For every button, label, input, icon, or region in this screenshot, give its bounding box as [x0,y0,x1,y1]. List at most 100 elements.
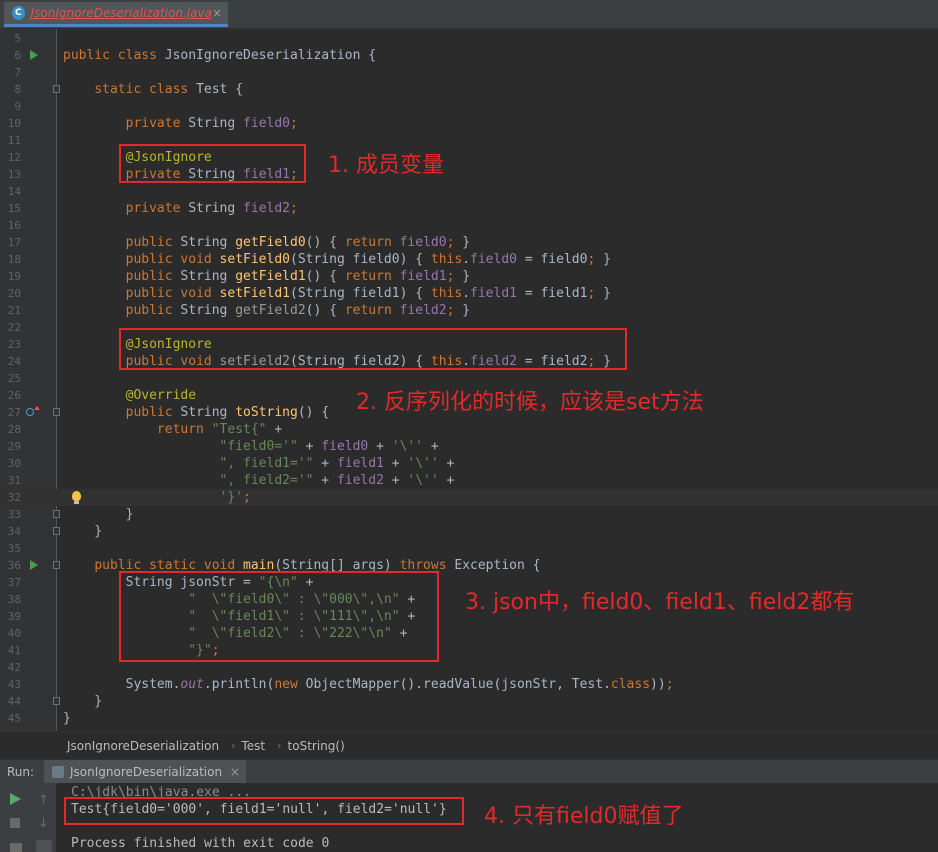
annotation-box-3 [119,571,439,662]
line-number: 24 [7,355,21,368]
code-text: public class JsonIgnoreDeserialization { [63,48,377,63]
java-class-icon: C [12,6,25,20]
code-line[interactable]: 34 } [0,523,938,540]
line-number: 33 [7,508,21,521]
line-number: 30 [7,457,21,470]
annotation-box-4 [64,797,464,825]
stop-icon[interactable] [10,818,20,828]
code-text: } [63,524,103,539]
line-number: 18 [7,253,21,266]
code-text: @Override [125,388,197,403]
annotation-note-3: 3. json中，field0、field1、field2都有 [465,590,855,615]
line-number: 22 [7,321,21,334]
scroll-down-icon[interactable]: ↓ [38,816,49,831]
fold-marker-icon[interactable] [53,561,60,569]
annotation-box-1 [119,144,306,183]
code-line[interactable]: 20 public void setField1(String field1) … [0,285,938,302]
fold-marker-icon[interactable] [53,408,60,416]
fold-marker-icon[interactable] [53,697,60,705]
code-line[interactable]: 28 return "Test{" + [0,421,938,438]
annotation-note-4: 4. 只有field0赋值了 [484,804,684,829]
line-number: 25 [7,372,21,385]
line-number: 31 [7,474,21,487]
file-tab-label: JsonIgnoreDeserialization.java [30,6,212,20]
line-number: 39 [7,610,21,623]
line-number: 16 [7,219,21,232]
editor-tab-bar: C JsonIgnoreDeserialization.java × [0,0,938,29]
code-line[interactable]: 19 public String getField1() { return fi… [0,268,938,285]
line-number: 19 [7,270,21,283]
code-line[interactable]: 32 '}'; [0,489,938,506]
code-text: ", field1='" + field1 + '\'' + [219,456,455,471]
line-number: 35 [7,542,21,555]
code-text: "field0='" + field0 + '\'' + [219,439,439,454]
override-gutter-icon[interactable] [26,406,40,416]
code-line[interactable]: 8 static class Test { [0,81,938,98]
code-line[interactable]: 29 "field0='" + field0 + '\'' + [0,438,938,455]
fold-marker-icon[interactable] [53,510,60,518]
code-line[interactable]: 44 } [0,693,938,710]
line-number: 10 [7,117,21,130]
run-config-tab[interactable]: JsonIgnoreDeserialization × [44,760,246,784]
close-tab-icon[interactable]: × [212,6,222,20]
code-line[interactable]: 33 } [0,506,938,523]
line-number: 42 [7,661,21,674]
code-line[interactable]: 6 public class JsonIgnoreDeserialization … [0,47,938,64]
code-text: public String toString() { [125,405,330,420]
line-number: 34 [7,525,21,538]
line-number: 40 [7,627,21,640]
code-text: public void setField0(String field0) { t… [125,252,611,267]
code-line[interactable]: 35 [0,540,938,557]
code-line[interactable]: 16 [0,217,938,234]
scroll-up-icon[interactable]: ↑ [38,793,49,808]
run-gutter-icon[interactable] [30,50,38,60]
code-line[interactable]: 14 [0,183,938,200]
breadcrumb-method[interactable]: toString() [288,739,345,753]
code-text: static class Test { [94,82,244,97]
line-number: 11 [7,134,21,147]
code-line[interactable]: 43 System.out.println(new ObjectMapper()… [0,676,938,693]
line-number: 5 [14,32,21,45]
breadcrumb-inner-class[interactable]: Test [242,739,266,753]
code-line[interactable]: 17 public String getField0() { return fi… [0,234,938,251]
fold-marker-icon[interactable] [53,527,60,535]
console-icon [52,766,64,778]
console-output[interactable]: C:\jdk\bin\java.exe ... Test{field0='000… [57,783,938,852]
breadcrumb-separator: › [231,739,236,752]
run-gutter-icon[interactable] [30,560,38,570]
line-number: 38 [7,593,21,606]
line-number: 12 [7,151,21,164]
code-text: return "Test{" + [156,422,283,437]
line-number: 6 [14,49,21,62]
code-text: } [63,711,71,726]
breadcrumb-class[interactable]: JsonIgnoreDeserialization [67,739,219,753]
code-editor[interactable]: 5 6 public class JsonIgnoreDeserialization… [0,29,938,731]
code-line[interactable]: 15 private String field2; [0,200,938,217]
line-number: 27 [7,406,21,419]
run-label: Run: [7,765,35,779]
code-line[interactable]: 45} [0,710,938,727]
code-line[interactable]: 21 public String getField2() { return fi… [0,302,938,319]
line-number: 43 [7,678,21,691]
code-line[interactable]: 18 public void setField0(String field0) … [0,251,938,268]
code-text: ", field2='" + field2 + '\'' + [219,473,455,488]
code-line[interactable]: 7 [0,64,938,81]
line-number: 9 [14,100,21,113]
close-run-tab-icon[interactable]: × [230,765,240,779]
code-line[interactable]: 30 ", field1='" + field1 + '\'' + [0,455,938,472]
screenshot-icon[interactable] [10,843,22,852]
code-line[interactable]: 5 [0,30,938,47]
rerun-icon[interactable] [10,793,21,805]
code-text: public String getField0() { return field… [125,235,471,250]
line-number: 23 [7,338,21,351]
menu-icon[interactable] [36,840,52,852]
line-number: 8 [14,83,21,96]
file-tab[interactable]: C JsonIgnoreDeserialization.java × [4,2,228,27]
code-line[interactable]: 9 [0,98,938,115]
breadcrumb: JsonIgnoreDeserialization › Test › toStr… [0,731,938,759]
code-line[interactable]: 10 private String field0; [0,115,938,132]
code-line[interactable]: 31 ", field2='" + field2 + '\'' + [0,472,938,489]
fold-marker-icon[interactable] [53,85,60,93]
code-text: private String field2; [125,201,298,216]
line-number: 32 [7,491,21,504]
